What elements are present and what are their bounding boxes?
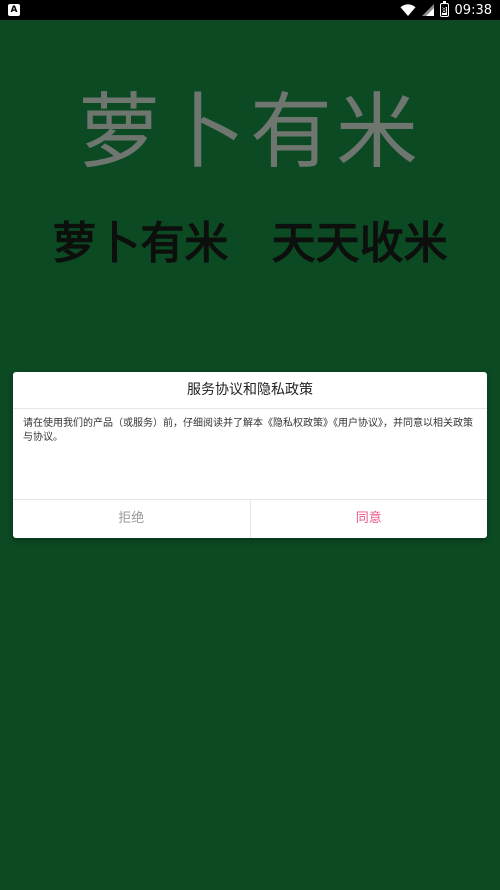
refuse-button[interactable]: 拒绝 [13,500,251,538]
wifi-icon [400,4,416,16]
app-notification-icon: A [8,4,20,16]
battery-icon: 8 [439,1,449,17]
dialog-title: 服务协议和隐私政策 [13,372,487,409]
agree-button[interactable]: 同意 [251,500,488,538]
status-right: 8 09:38 [400,1,492,18]
dialog-actions: 拒绝 同意 [13,499,487,538]
status-bar: A 8 09:38 [0,0,500,20]
sim-signal-icon [421,4,434,16]
slogan: 萝卜有米 天天收米 [0,212,500,276]
slogan-right: 天天收米 [271,218,448,269]
slogan-left: 萝卜有米 [52,218,229,269]
clock: 09:38 [454,2,492,18]
battery-level: 8 [441,5,447,15]
app-logo-text: 萝卜有米 [77,85,422,180]
status-left: A [8,4,20,16]
dialog-body-text: 请在使用我们的产品（或服务）前，仔细阅读并了解本《隐私权政策》《用户协议》，并同… [23,418,473,443]
privacy-dialog: 服务协议和隐私政策 请在使用我们的产品（或服务）前，仔细阅读并了解本《隐私权政策… [13,372,487,538]
